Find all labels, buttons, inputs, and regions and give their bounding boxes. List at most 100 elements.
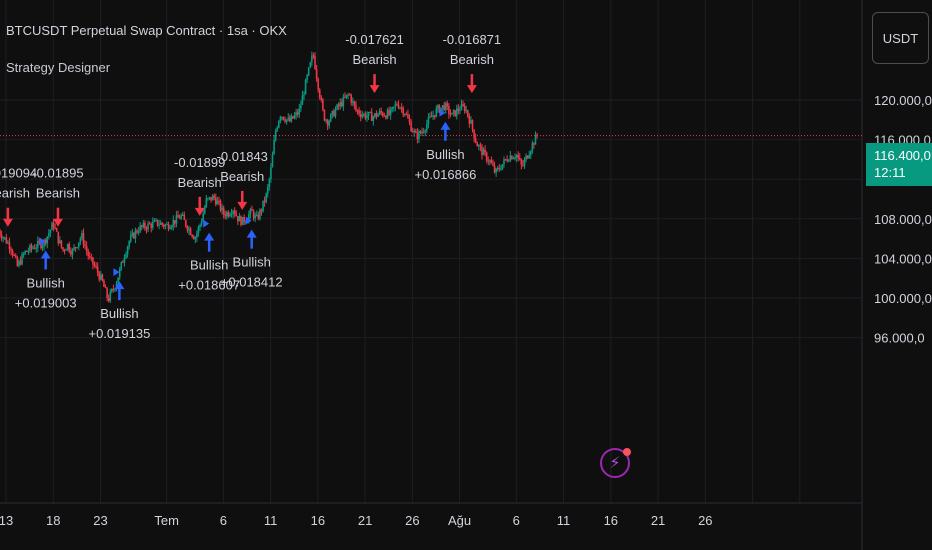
candle-body xyxy=(112,289,115,291)
price-chart[interactable]: -0.019094Bearish-0.01895BearishBullish+0… xyxy=(0,0,932,550)
price-tick-label: 108.000,0 xyxy=(874,212,932,227)
price-tick-label: 96.000,0 xyxy=(874,331,925,346)
candle-body xyxy=(252,210,255,219)
candle-body xyxy=(403,114,406,116)
candle-body xyxy=(16,257,19,266)
candle-body xyxy=(386,110,389,119)
candle-body xyxy=(60,240,63,248)
candle-body xyxy=(526,155,529,159)
annotation-value: -0.01895 xyxy=(32,166,83,181)
candle-body xyxy=(29,245,31,252)
indicator-label[interactable]: Strategy Designer xyxy=(6,60,110,75)
candle-body xyxy=(348,94,351,96)
candle-body xyxy=(534,134,537,145)
candle-body xyxy=(276,127,279,131)
annotation-value: +0.016866 xyxy=(415,167,477,182)
candle-body xyxy=(377,114,379,117)
candle-body xyxy=(33,247,36,249)
candle-body xyxy=(166,224,168,226)
time-tick-label: 16 xyxy=(604,513,618,528)
price-tick-label: 100.000,0 xyxy=(874,291,932,306)
candle-body xyxy=(358,110,360,115)
time-tick-label: 6 xyxy=(220,513,227,528)
candle-body xyxy=(317,78,319,90)
candle-body xyxy=(66,243,69,250)
candle-body xyxy=(350,94,353,103)
candle-body xyxy=(479,145,482,147)
candle-body xyxy=(266,186,269,194)
candle-body xyxy=(142,223,145,227)
candle-body xyxy=(265,193,267,202)
signal-triangle-icon xyxy=(113,268,120,277)
time-tick-label: 6 xyxy=(513,513,520,528)
price-tick-label: 104.000,0 xyxy=(874,251,932,266)
candle-body xyxy=(68,243,71,252)
candle-body xyxy=(514,157,516,159)
candle-body xyxy=(233,210,236,215)
candle-body xyxy=(374,113,376,117)
candle-body xyxy=(489,160,491,162)
sell-arrow-head-icon xyxy=(369,85,380,94)
candle-body xyxy=(451,112,453,115)
candle-body xyxy=(241,216,244,226)
candle-body xyxy=(328,121,330,126)
candle-body xyxy=(337,104,340,107)
candle-body xyxy=(2,237,4,239)
candle-body xyxy=(235,214,238,217)
candle-body xyxy=(295,112,297,116)
time-tick-label: 26 xyxy=(698,513,712,528)
candle-body xyxy=(392,106,395,108)
candle-body xyxy=(277,120,280,128)
candle-body xyxy=(106,287,108,298)
chart-title: BTCUSDT Perpetual Swap Contract · 1sa · … xyxy=(6,23,287,38)
annotation-value: +0.019003 xyxy=(15,295,77,310)
candle-body xyxy=(372,116,375,121)
last-price-value: 116.400,0 xyxy=(874,148,931,163)
candle-body xyxy=(478,145,480,147)
candle-body xyxy=(199,224,201,228)
signal-annotations: -0.019094Bearish-0.01895BearishBullish+0… xyxy=(0,32,501,341)
candle-body xyxy=(500,169,502,171)
time-axis: 13 18 23 Tem 6 11 16 21 26 Ağu 6 11 16 21 26 xyxy=(0,513,713,528)
candle-body xyxy=(359,114,362,117)
candle-body xyxy=(24,250,27,254)
lightning-bolt-icon[interactable]: ⚡ xyxy=(600,448,631,478)
candle-body xyxy=(5,237,8,244)
candle-body xyxy=(282,116,285,120)
candle-body xyxy=(8,242,11,249)
candle-body xyxy=(301,95,304,105)
candle-body xyxy=(367,112,370,116)
candle-body xyxy=(164,224,167,227)
candle-body xyxy=(14,255,17,258)
candle-body xyxy=(197,227,200,234)
candle-body xyxy=(123,257,126,263)
candle-body xyxy=(496,167,499,169)
candle-body xyxy=(459,110,461,112)
candle-body xyxy=(511,155,513,160)
candle-body xyxy=(443,105,445,111)
candle-body xyxy=(155,219,157,221)
candle-body xyxy=(325,119,327,121)
annotation-label: Bullish xyxy=(27,275,65,290)
candle-body xyxy=(213,195,216,198)
candle-body xyxy=(435,108,438,117)
candle-body xyxy=(437,105,439,109)
candle-body xyxy=(230,213,233,215)
candle-body xyxy=(331,110,334,115)
candle-body xyxy=(161,222,164,225)
annotation-label: Bearish xyxy=(36,186,80,201)
currency-unit-button[interactable]: USDT xyxy=(872,12,929,64)
candle-body xyxy=(285,119,288,122)
candle-body xyxy=(144,223,146,229)
candle-body xyxy=(465,110,468,112)
candle-body xyxy=(529,151,532,156)
candle-body xyxy=(531,143,534,152)
candle-body xyxy=(449,113,452,115)
candle-body xyxy=(98,272,101,280)
candle-body xyxy=(137,231,140,233)
candle-body xyxy=(463,105,466,112)
candle-body xyxy=(224,214,227,217)
annotation-value: -0.017621 xyxy=(345,32,404,47)
sell-arrow-head-icon xyxy=(52,218,63,227)
candle-body xyxy=(352,101,354,103)
